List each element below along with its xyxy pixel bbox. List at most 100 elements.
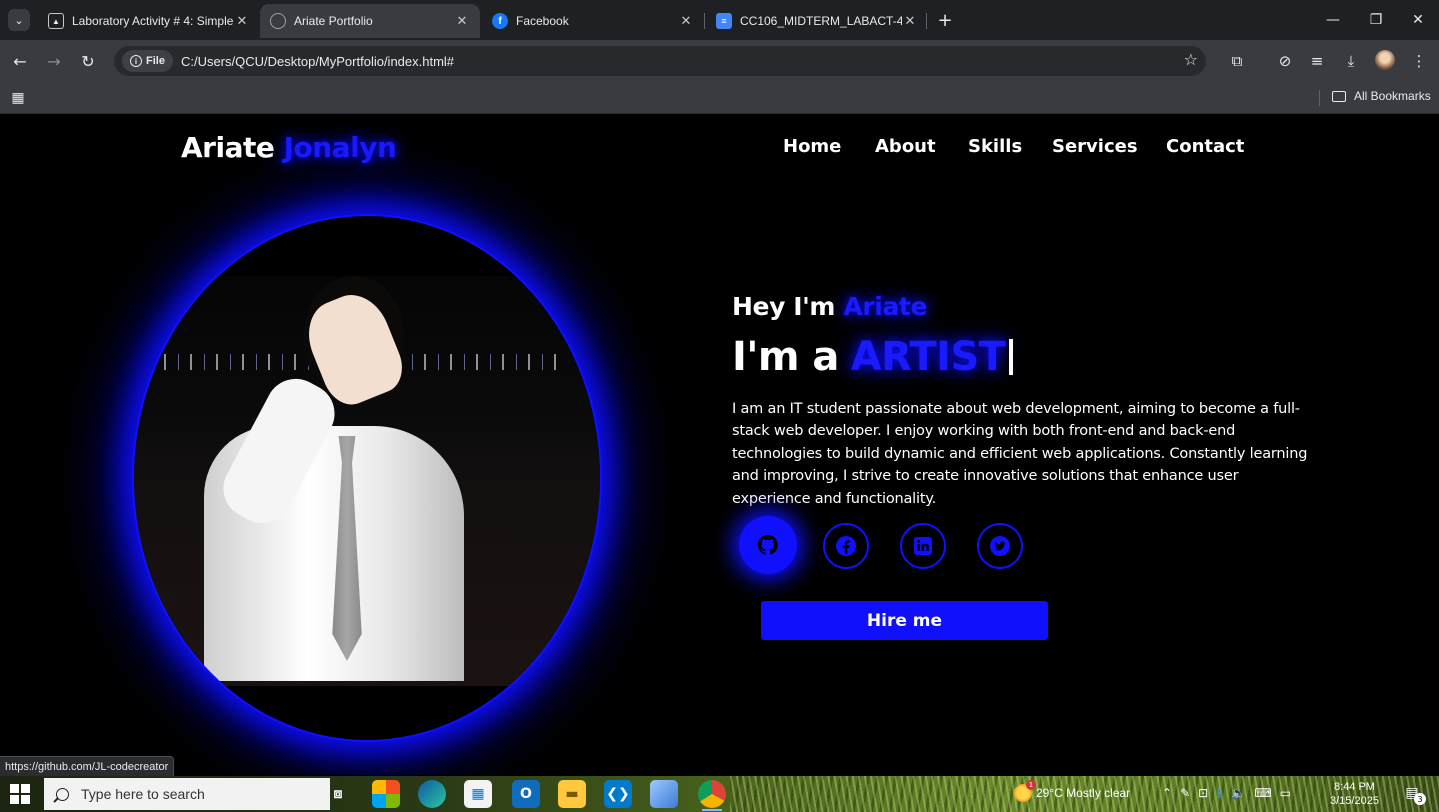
logo-accent-name: Jonalyn <box>283 131 397 164</box>
apps-grid-icon[interactable]: ▦ <box>10 90 26 106</box>
weather-widget[interactable]: 1 29°C Mostly clear <box>1014 780 1131 802</box>
nav-skills[interactable]: Skills <box>968 136 1022 157</box>
info-icon: i <box>130 55 142 67</box>
folder-icon <box>1332 90 1346 102</box>
tab-search-button[interactable]: ⌄ <box>8 9 30 31</box>
docs-icon: ≡ <box>716 13 732 29</box>
linkedin-icon <box>914 537 932 555</box>
tab-cc106-midterm[interactable]: ≡ CC106_MIDTERM_LABACT-4 - C ✕ <box>706 4 928 38</box>
tab-laboratory-activity[interactable]: ▲ Laboratory Activity # 4: Simple ✕ <box>38 4 260 38</box>
search-placeholder: Type here to search <box>81 786 205 802</box>
file-explorer-icon[interactable]: ▬ <box>558 780 586 808</box>
tab-separator <box>704 13 705 29</box>
reading-list-icon[interactable]: ≡ <box>1306 50 1328 72</box>
address-bar[interactable]: i File C:/Users/QCU/Desktop/MyPortfolio/… <box>114 46 1206 76</box>
site-info-label: File <box>146 55 165 67</box>
greeting-prefix: Hey I'm <box>732 292 836 321</box>
portfolio-page: Ariate Jonalyn Home About Skills Service… <box>0 115 1439 775</box>
typing-caret <box>1009 339 1014 375</box>
close-window-button[interactable]: ✕ <box>1403 8 1433 32</box>
task-view-icon[interactable]: ⧈ <box>324 780 352 808</box>
windows-start-icon[interactable] <box>10 784 30 804</box>
hero-role: I'm a ARTIST <box>732 334 1014 380</box>
copilot-icon[interactable] <box>372 780 400 808</box>
site-info-chip[interactable]: i File <box>122 50 173 72</box>
bluetooth-icon[interactable]: ᛒ <box>1216 786 1223 800</box>
globe-icon <box>270 13 286 29</box>
new-tab-button[interactable]: + <box>934 9 956 31</box>
role-prefix: I'm a <box>732 334 839 380</box>
weather-sun-icon: 1 <box>1014 780 1036 802</box>
profile-avatar[interactable] <box>1375 50 1395 70</box>
url-text[interactable]: C:/Users/QCU/Desktop/MyPortfolio/index.h… <box>181 54 454 69</box>
all-bookmarks-label: All Bookmarks <box>1354 89 1431 103</box>
tab-ariate-portfolio[interactable]: Ariate Portfolio ✕ <box>260 4 480 38</box>
system-tray: ⌃ ✎ ⊡ ᛒ 🔈 ⌨ ▭ <box>1162 786 1291 800</box>
bookmark-star-icon[interactable]: ☆ <box>1184 50 1198 69</box>
weather-badge: 1 <box>1026 780 1036 790</box>
hire-me-button[interactable]: Hire me <box>761 601 1048 640</box>
network-icon[interactable]: ⊡ <box>1198 786 1208 800</box>
pen-icon[interactable]: ✎ <box>1180 786 1190 800</box>
nav-services[interactable]: Services <box>1052 136 1138 157</box>
outlook-icon[interactable]: O <box>512 780 540 808</box>
extensions-icon[interactable]: ⧉ <box>1226 50 1248 72</box>
chrome-icon[interactable] <box>698 780 726 811</box>
restore-button[interactable]: ❐ <box>1361 8 1391 32</box>
profile-photo-frame: NOI <box>132 214 602 742</box>
browser-tab-bar: ⌄ ▲ Laboratory Activity # 4: Simple ✕ Ar… <box>0 0 1439 40</box>
more-menu-icon[interactable]: ⋮ <box>1408 50 1430 72</box>
store-icon[interactable]: ▦ <box>464 780 492 808</box>
hero-greeting: Hey I'm Ariate <box>732 292 927 321</box>
facebook-icon <box>836 536 856 556</box>
tab-title: Ariate Portfolio <box>294 14 373 28</box>
back-button[interactable]: ← <box>9 50 31 72</box>
tab-title: Facebook <box>516 14 569 28</box>
display-icon[interactable]: ▭ <box>1280 786 1291 800</box>
clock-date: 3/15/2025 <box>1330 795 1379 807</box>
facebook-link[interactable] <box>823 523 869 569</box>
classroom-icon: ▲ <box>48 13 64 29</box>
download-icon[interactable]: ⤓ <box>1340 50 1362 72</box>
tab-title: Laboratory Activity # 4: Simple <box>72 14 234 28</box>
clock-time: 8:44 PM <box>1333 781 1375 793</box>
close-icon[interactable]: ✕ <box>902 13 918 29</box>
facebook-icon: f <box>492 13 508 29</box>
linkedin-link[interactable] <box>900 523 946 569</box>
performance-icon[interactable]: ⊘ <box>1274 50 1296 72</box>
site-logo[interactable]: Ariate Jonalyn <box>181 131 397 164</box>
close-icon[interactable]: ✕ <box>454 13 470 29</box>
hero-bio: I am an IT student passionate about web … <box>732 401 1308 507</box>
role-word: ARTIST <box>850 334 1006 380</box>
vscode-icon[interactable]: ❮❯ <box>604 780 632 808</box>
forward-button[interactable]: → <box>43 50 65 72</box>
all-bookmarks-button[interactable]: All Bookmarks <box>1332 89 1431 103</box>
status-bar-url: https://github.com/JL-codecreator <box>0 756 175 776</box>
weather-text: 29°C Mostly clear <box>1036 786 1131 800</box>
logo-first-name: Ariate <box>181 131 275 164</box>
volume-icon[interactable]: 🔈 <box>1231 786 1246 800</box>
reload-button[interactable]: ↻ <box>77 50 99 72</box>
nav-about[interactable]: About <box>875 136 936 157</box>
twitter-link[interactable] <box>977 523 1023 569</box>
bookmarks-bar: ▦ All Bookmarks <box>0 82 1439 114</box>
app-icon[interactable] <box>650 780 678 808</box>
greeting-name: Ariate <box>843 292 928 321</box>
close-icon[interactable]: ✕ <box>234 13 250 29</box>
windows-taskbar: Type here to search ⧈ ▦ O ▬ ❮❯ 1 29°C Mo… <box>0 776 1439 812</box>
tab-title: CC106_MIDTERM_LABACT-4 - C <box>740 14 902 28</box>
nav-contact[interactable]: Contact <box>1166 136 1244 157</box>
edge-icon[interactable] <box>418 780 446 808</box>
close-icon[interactable]: ✕ <box>678 13 694 29</box>
notification-icon[interactable]: ▤ 3 <box>1402 783 1426 805</box>
keyboard-icon[interactable]: ⌨ <box>1254 786 1271 800</box>
tab-facebook[interactable]: f Facebook ✕ <box>482 4 704 38</box>
photo-side-text: NOI <box>142 604 152 623</box>
minimize-button[interactable]: — <box>1318 8 1348 32</box>
system-clock[interactable]: 8:44 PM 3/15/2025 <box>1330 780 1379 808</box>
github-link[interactable] <box>739 516 797 574</box>
github-icon <box>757 534 778 555</box>
nav-home[interactable]: Home <box>783 136 841 157</box>
taskbar-search[interactable]: Type here to search <box>44 778 330 810</box>
chevron-up-icon[interactable]: ⌃ <box>1162 786 1172 800</box>
